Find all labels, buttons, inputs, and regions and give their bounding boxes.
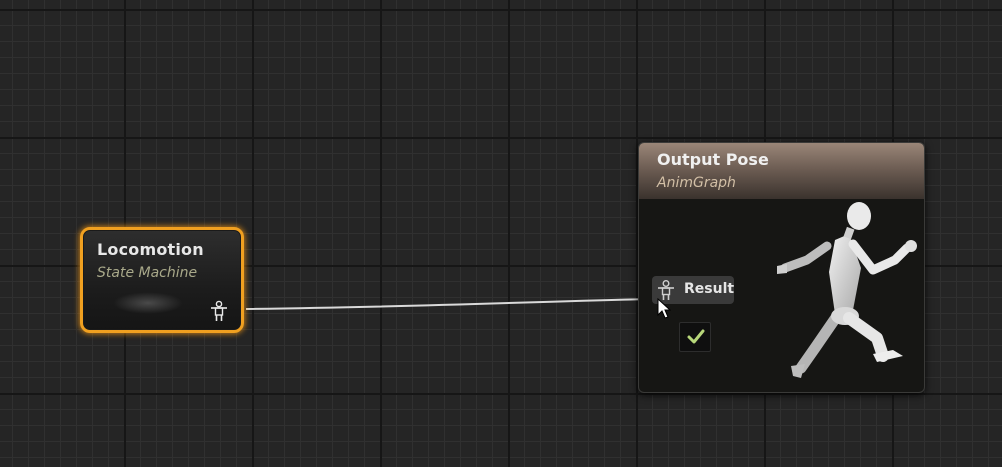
node-body-glow [113, 292, 183, 314]
mouse-pointer-icon [657, 298, 671, 319]
anim-graph-canvas[interactable]: Locomotion State Machine Output Pose Ani… [0, 0, 1002, 467]
running-mannequin-icon [777, 202, 917, 378]
node-subtitle: State Machine [97, 265, 198, 281]
checkmark-icon [687, 329, 705, 344]
node-title: Locomotion [97, 240, 204, 259]
locomotion-state-machine-node[interactable]: Locomotion State Machine [80, 227, 244, 333]
node-subtitle: AnimGraph [657, 175, 736, 191]
output-pose-node[interactable]: Output Pose AnimGraph Result [638, 142, 925, 393]
enabled-checkbox[interactable] [679, 322, 711, 352]
node-title: Output Pose [657, 150, 769, 169]
result-pin-label: Result [684, 281, 735, 297]
pose-pin-icon[interactable] [209, 300, 229, 322]
